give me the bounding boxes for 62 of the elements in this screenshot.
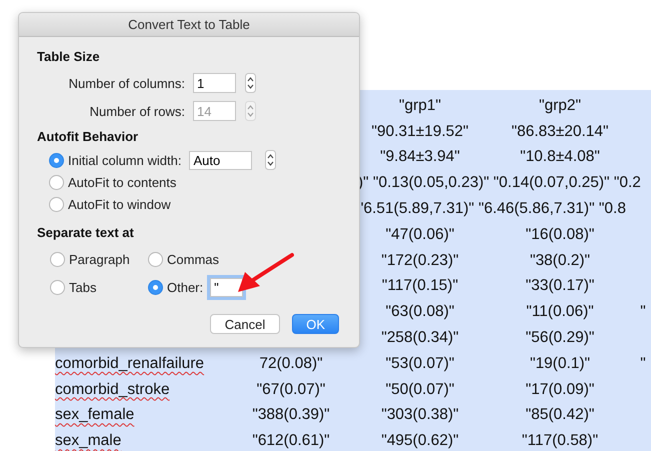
option-label: Tabs xyxy=(69,280,96,294)
section-heading: Autofit Behavior xyxy=(37,129,138,144)
table-text: "47(0.06)" xyxy=(384,226,456,244)
window-title: Convert Text to Table xyxy=(128,17,250,32)
table-text: "56(0.29)" xyxy=(524,329,596,348)
table-text: " xyxy=(639,354,647,373)
table-text: "grp1" xyxy=(398,96,442,115)
table-text: "50(0.07)" xyxy=(384,380,456,399)
table-text: "grp2" xyxy=(538,96,582,115)
row-label: sex_male xyxy=(55,432,122,450)
table-text: "19(0.1)" xyxy=(528,354,592,373)
arrow-drawing xyxy=(236,252,294,295)
table-text: "85(0.42)" xyxy=(524,406,596,424)
table-text: "86.83±20.14" xyxy=(510,122,610,141)
row-label: comorbid_renalfailure xyxy=(55,354,206,373)
table-text: "17(0.09)" xyxy=(524,380,596,399)
table-text: "11(0.06)" xyxy=(525,303,595,322)
table-text: "6.51(5.89,7.31)" "6.46(5.86,7.31)" "0.8 xyxy=(357,200,627,218)
other-separator-field[interactable]: " xyxy=(210,278,244,296)
table-text: "67(0.07)" xyxy=(256,380,326,399)
radio-button[interactable] xyxy=(50,280,65,294)
row-label: sex_female xyxy=(55,406,136,424)
radio-button[interactable] xyxy=(49,196,64,212)
table-text: "258(0.34)" xyxy=(380,329,460,348)
table-text: "53(0.07)" xyxy=(384,354,456,373)
table-text: "303(0.38)" xyxy=(380,406,460,424)
field-label: Number of rows: xyxy=(88,104,185,118)
stepper-icon[interactable] xyxy=(245,73,256,93)
table-text: "388(0.39)" xyxy=(251,406,331,424)
table-text: "172(0.23)" xyxy=(380,252,460,270)
number-field[interactable]: 1 xyxy=(193,73,236,93)
option-label: Paragraph xyxy=(69,252,130,266)
table-text: "38(0.2)" xyxy=(528,252,592,270)
option-label: AutoFit to window xyxy=(68,196,171,212)
radio-button[interactable] xyxy=(148,280,163,294)
table-text: "10.8±4.08" xyxy=(519,148,601,166)
table-text: "612(0.61)" xyxy=(251,432,331,450)
table-text: " xyxy=(639,303,647,322)
section-heading: Separate text at xyxy=(37,225,134,240)
row-label: comorbid_stroke xyxy=(55,380,171,399)
option-label: Other: xyxy=(167,280,204,294)
option-label: Initial column width: xyxy=(68,152,182,168)
table-text: "9.84±3.94" xyxy=(379,148,461,166)
table-text: "33(0.17)" xyxy=(524,277,596,296)
section-heading: Table Size xyxy=(37,49,100,64)
stepper-icon[interactable] xyxy=(265,150,276,170)
radio-button[interactable] xyxy=(148,252,163,266)
table-text: "117(0.15)" xyxy=(380,277,460,296)
table-text: "63(0.08)" xyxy=(384,303,456,322)
cancel-button[interactable]: Cancel xyxy=(210,314,280,334)
radio-button[interactable] xyxy=(50,252,65,266)
field-label: Number of columns: xyxy=(68,76,185,90)
radio-button[interactable] xyxy=(49,152,64,168)
width-field[interactable]: Auto xyxy=(189,150,252,170)
table-text: "16(0.08)" xyxy=(524,226,596,244)
radio-button[interactable] xyxy=(49,174,64,190)
option-label: Commas xyxy=(167,252,220,266)
table-text: "90.31±19.52" xyxy=(370,122,470,141)
table-text: "495(0.62)" xyxy=(380,432,460,450)
table-text: 72(0.08)" xyxy=(258,354,324,373)
option-label: AutoFit to contents xyxy=(68,174,176,190)
table-text: "117(0.58)" xyxy=(520,432,600,450)
